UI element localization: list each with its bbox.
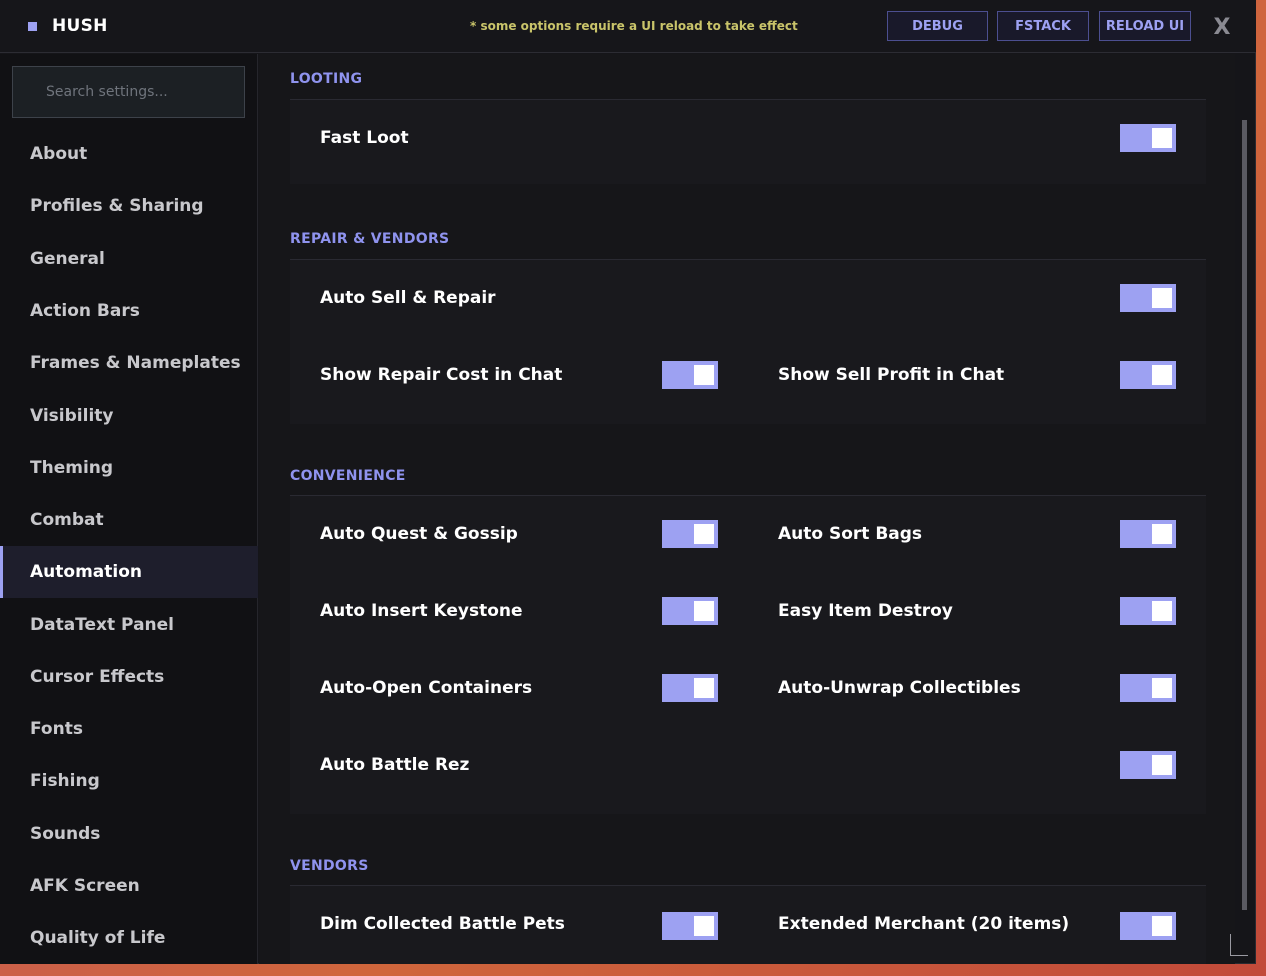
app-title: HUSH — [52, 16, 108, 36]
option-label-easy-item-destroy: Easy Item Destroy — [778, 601, 953, 621]
sidebar-item-profiles[interactable]: Profiles & Sharing — [0, 180, 258, 232]
toggle-knob — [1152, 678, 1172, 698]
toggle-auto-open-containers[interactable] — [662, 674, 718, 702]
toggle-knob — [694, 601, 714, 621]
fstack-button[interactable]: FSTACK — [997, 11, 1089, 41]
option-label-auto-unwrap-collectibles: Auto-Unwrap Collectibles — [778, 678, 1021, 698]
toggle-dim-collected-battle-pets[interactable] — [662, 912, 718, 940]
toggle-knob — [694, 916, 714, 936]
sidebar-item-about[interactable]: About — [0, 128, 258, 180]
toggle-fast-loot[interactable] — [1120, 124, 1176, 152]
close-icon[interactable]: X — [1210, 12, 1234, 42]
toggle-knob — [1152, 601, 1172, 621]
toggle-knob — [1152, 524, 1172, 544]
sidebar: Search settings... About Profiles & Shar… — [0, 54, 258, 964]
toggle-knob — [694, 365, 714, 385]
toggle-knob — [694, 524, 714, 544]
sidebar-item-general[interactable]: General — [0, 233, 258, 285]
section-panel-looting: Fast Loot — [290, 100, 1206, 184]
settings-window: HUSH * some options require a UI reload … — [0, 0, 1256, 964]
toggle-knob — [694, 678, 714, 698]
section-title-convenience: CONVENIENCE — [290, 468, 406, 484]
toggle-knob — [1152, 916, 1172, 936]
sidebar-item-afk-screen[interactable]: AFK Screen — [0, 860, 258, 912]
toggle-knob — [1152, 128, 1172, 148]
sidebar-item-cursor-effects[interactable]: Cursor Effects — [0, 651, 258, 703]
toggle-show-repair-cost[interactable] — [662, 361, 718, 389]
settings-content: LOOTING Fast Loot REPAIR & VENDORS Auto … — [259, 54, 1235, 964]
section-panel-repair-vendors: Auto Sell & Repair Show Repair Cost in C… — [290, 260, 1206, 424]
toggle-auto-quest-gossip[interactable] — [662, 520, 718, 548]
toggle-auto-sort-bags[interactable] — [1120, 520, 1176, 548]
toggle-auto-sell-repair[interactable] — [1120, 284, 1176, 312]
option-label-show-sell-profit: Show Sell Profit in Chat — [778, 365, 1005, 385]
sidebar-item-theming[interactable]: Theming — [0, 442, 258, 494]
toggle-knob — [1152, 755, 1172, 775]
option-label-extended-merchant: Extended Merchant (20 items) — [778, 914, 1070, 934]
option-label-auto-open-containers: Auto-Open Containers — [320, 678, 533, 698]
sidebar-item-sounds[interactable]: Sounds — [0, 808, 258, 860]
sidebar-item-action-bars[interactable]: Action Bars — [0, 285, 258, 337]
sidebar-item-fonts[interactable]: Fonts — [0, 703, 258, 755]
option-label-dim-collected-battle-pets: Dim Collected Battle Pets — [320, 914, 565, 934]
sidebar-item-combat[interactable]: Combat — [0, 494, 258, 546]
toggle-auto-insert-keystone[interactable] — [662, 597, 718, 625]
section-title-repair-vendors: REPAIR & VENDORS — [290, 231, 450, 247]
sidebar-item-fishing[interactable]: Fishing — [0, 755, 258, 807]
logo-square-icon — [28, 22, 37, 31]
toggle-extended-merchant[interactable] — [1120, 912, 1176, 940]
toggle-auto-battle-rez[interactable] — [1120, 751, 1176, 779]
option-label-auto-battle-rez: Auto Battle Rez — [320, 755, 470, 775]
section-panel-vendors: Dim Collected Battle Pets Extended Merch… — [290, 886, 1206, 964]
debug-button[interactable]: DEBUG — [887, 11, 988, 41]
section-title-vendors: VENDORS — [290, 858, 369, 874]
sidebar-item-automation[interactable]: Automation — [0, 546, 258, 598]
sidebar-item-frames[interactable]: Frames & Nameplates — [0, 337, 258, 389]
option-label-fast-loot: Fast Loot — [320, 128, 409, 148]
section-panel-convenience: Auto Quest & Gossip Auto Sort Bags Auto … — [290, 496, 1206, 814]
resize-grip-icon[interactable] — [1230, 934, 1248, 956]
sidebar-item-datatext[interactable]: DataText Panel — [0, 599, 258, 651]
sidebar-item-visibility[interactable]: Visibility — [0, 390, 258, 442]
option-label-show-repair-cost: Show Repair Cost in Chat — [320, 365, 563, 385]
reload-ui-button[interactable]: RELOAD UI — [1099, 11, 1191, 41]
toggle-auto-unwrap-collectibles[interactable] — [1120, 674, 1176, 702]
reload-note: * some options require a UI reload to ta… — [470, 19, 798, 33]
scrollbar-thumb[interactable] — [1242, 120, 1247, 910]
option-label-auto-quest-gossip: Auto Quest & Gossip — [320, 524, 518, 544]
option-label-auto-sort-bags: Auto Sort Bags — [778, 524, 923, 544]
toggle-easy-item-destroy[interactable] — [1120, 597, 1176, 625]
section-title-looting: LOOTING — [290, 71, 363, 87]
sidebar-item-quality-of-life[interactable]: Quality of Life — [0, 912, 258, 964]
search-input[interactable]: Search settings... — [12, 66, 245, 118]
toggle-knob — [1152, 288, 1172, 308]
toggle-knob — [1152, 365, 1172, 385]
option-label-auto-insert-keystone: Auto Insert Keystone — [320, 601, 523, 621]
option-label-auto-sell-repair: Auto Sell & Repair — [320, 288, 496, 308]
toggle-show-sell-profit[interactable] — [1120, 361, 1176, 389]
title-bar: HUSH * some options require a UI reload … — [0, 0, 1256, 53]
